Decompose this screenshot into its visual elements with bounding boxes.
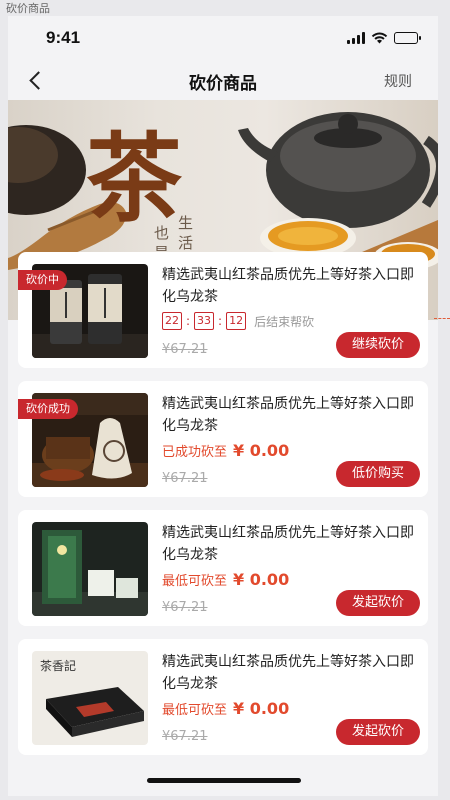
product-card[interactable]: 茶香記 精选武夷山红茶品质优先上等好茶入口即化乌龙茶 最低可砍至 ¥ 0.00 …	[18, 639, 428, 755]
original-price: ¥67.21	[162, 729, 208, 744]
countdown: 22 : 33 : 12 后结束帮砍	[162, 312, 314, 330]
countdown-seconds: 12	[226, 312, 247, 330]
wifi-icon	[371, 32, 388, 44]
product-card[interactable]: 砍价中 精选武夷山红茶品质优先上等好茶入口即化乌龙茶 22 : 33 : 12 …	[18, 252, 428, 368]
navigation-bar: 砍价商品 规则	[8, 60, 438, 100]
product-title: 精选武夷山红茶品质优先上等好茶入口即化乌龙茶	[162, 396, 414, 434]
rules-link[interactable]: 规则	[384, 71, 412, 91]
battery-icon	[394, 32, 421, 44]
status-tag: 砍价中	[18, 270, 67, 290]
countdown-minutes: 33	[194, 312, 215, 330]
price-label: 已成功砍至	[162, 445, 228, 460]
side-dashed-line	[434, 318, 450, 319]
product-title: 精选武夷山红茶品质优先上等好茶入口即化乌龙茶	[162, 654, 414, 692]
page-title: 砍价商品	[189, 74, 257, 94]
buy-low-price-button[interactable]: 低价购买	[335, 461, 420, 487]
product-thumbnail	[32, 522, 148, 616]
original-price: ¥67.21	[162, 600, 208, 615]
price-row: 最低可砍至 ¥ 0.00	[162, 570, 289, 589]
lowest-price: ¥ 0.00	[233, 699, 290, 718]
price-row: 最低可砍至 ¥ 0.00	[162, 699, 289, 718]
status-bar: 9:41	[8, 16, 438, 60]
status-icons	[347, 32, 421, 44]
price-label: 最低可砍至	[162, 574, 228, 589]
product-card[interactable]: 精选武夷山红茶品质优先上等好茶入口即化乌龙茶 最低可砍至 ¥ 0.00 ¥67.…	[18, 510, 428, 626]
product-title: 精选武夷山红茶品质优先上等好茶入口即化乌龙茶	[162, 267, 414, 305]
start-bargain-button[interactable]: 发起砍价	[335, 590, 420, 616]
phone-screen: 9:41 砍价商品 规则 茶 也 生 活 砍价中 精选武夷山红茶品质优先上等好茶…	[8, 16, 438, 796]
banner-text-a1: 也	[154, 224, 169, 242]
countdown-label: 后结束帮砍	[254, 314, 315, 329]
banner-calligraphy: 茶	[86, 122, 183, 235]
tea-box-image	[32, 530, 148, 616]
current-price: ¥ 0.00	[233, 441, 290, 460]
countdown-hours: 22	[162, 312, 182, 330]
original-price: ¥67.21	[162, 342, 208, 357]
original-price: ¥67.21	[162, 471, 208, 486]
thumb-brand-text: 茶香記	[40, 659, 77, 673]
product-title: 精选武夷山红茶品质优先上等好茶入口即化乌龙茶	[162, 525, 414, 563]
status-tag: 砍价成功	[18, 399, 78, 419]
continue-bargain-button[interactable]: 继续砍价	[335, 332, 420, 358]
lowest-price: ¥ 0.00	[233, 570, 290, 589]
signal-icon	[347, 32, 365, 44]
price-label: 最低可砍至	[162, 703, 228, 718]
banner-text-b1: 生	[178, 214, 193, 232]
status-time: 9:41	[46, 28, 81, 47]
product-thumbnail: 茶香記	[32, 651, 148, 745]
product-card[interactable]: 砍价成功 精选武夷山红茶品质优先上等好茶入口即化乌龙茶 已成功砍至 ¥ 0.00…	[18, 381, 428, 497]
window-caption: 砍价商品	[6, 2, 50, 15]
price-row: 已成功砍至 ¥ 0.00	[162, 441, 289, 460]
start-bargain-button[interactable]: 发起砍价	[335, 719, 420, 745]
home-indicator[interactable]	[147, 778, 301, 783]
banner-text-b2: 活	[178, 234, 193, 252]
